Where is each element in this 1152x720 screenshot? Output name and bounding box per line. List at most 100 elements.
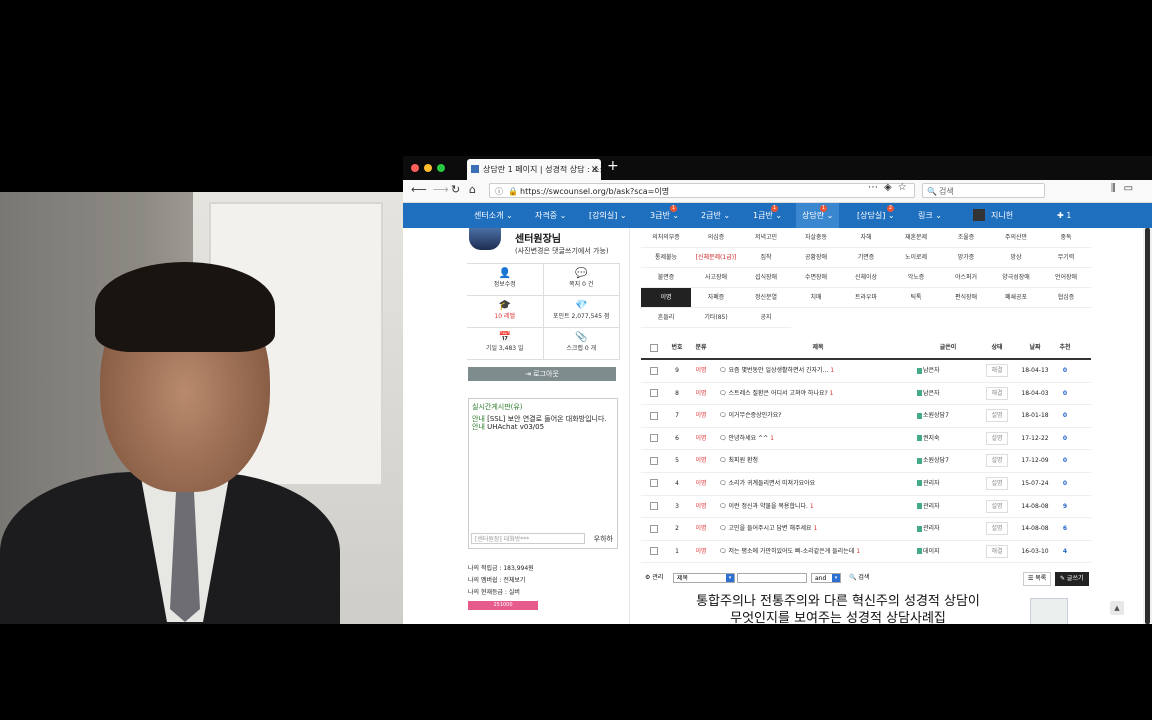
row-checkbox[interactable] — [641, 473, 667, 495]
close-window-button[interactable] — [411, 164, 419, 172]
category-item[interactable]: 편식장애 — [941, 288, 991, 308]
chat-input[interactable]: [센터원장] 대화방*** — [471, 533, 585, 544]
row-category[interactable]: 이명 — [687, 496, 715, 518]
promo-banner[interactable]: 통합주의나 전통주의와 다른 혁신주의 성경적 상담이 무엇인지를 보여주는 성… — [673, 593, 1003, 624]
stat-scrap[interactable]: 📎 스크랩 0 개 — [543, 328, 620, 360]
category-item[interactable]: 망가증 — [941, 248, 991, 268]
row-checkbox[interactable] — [641, 383, 667, 405]
row-title[interactable]: 🗨 고민을 들어주시고 답변 해주세요 1 — [715, 518, 917, 540]
row-title[interactable]: 🗨 스트레스 질환은 어디서 고쳐야 하나요? 1 — [715, 383, 917, 405]
home-icon[interactable]: ⌂ — [469, 183, 476, 196]
nav-about[interactable]: 센터소개 ⌄ — [474, 203, 513, 229]
pocket-icon[interactable]: ◈ — [884, 182, 892, 193]
my-membership[interactable]: 나의 멤버쉽 : 전체보기 — [468, 575, 623, 587]
category-item[interactable]: 기타(85) — [691, 308, 741, 328]
row-title[interactable]: 🗨 소리가 귀계들리면서 미쳐가요아요 — [715, 473, 917, 495]
scroll-top-button[interactable]: ▲ — [1110, 601, 1124, 615]
category-item[interactable]: 자해 — [841, 228, 891, 248]
category-item[interactable]: 공지 — [741, 308, 791, 328]
stat-level[interactable]: 🎓 10 레벨 — [467, 296, 544, 328]
table-row[interactable]: 4 이명 🗨 소리가 귀계들리면서 미쳐가요아요 관리자 설명 15-07-24 0 — [641, 473, 1091, 496]
stat-messages[interactable]: 💬 쪽지 0 건 — [543, 264, 620, 296]
category-item[interactable]: 정신분열 — [741, 288, 791, 308]
more-icon[interactable]: ⋯ — [868, 182, 878, 193]
category-item[interactable]: 노이로제 — [891, 248, 941, 268]
row-author[interactable]: 남은자 — [917, 383, 979, 405]
browser-tab[interactable]: 상담란 1 페이지 | 성경적 상담 : 소금... × — [467, 159, 601, 180]
row-checkbox[interactable] — [641, 541, 667, 563]
stat-points[interactable]: 💎 포인트 2,077,545 점 — [543, 296, 620, 328]
category-item[interactable]: 중독 — [1041, 228, 1091, 248]
row-checkbox[interactable] — [641, 428, 667, 450]
table-row[interactable]: 2 이명 🗨 고민을 들어주시고 답변 해주세요 1 관리자 설명 14-08-08 6 — [641, 518, 1091, 541]
category-item[interactable]: 악노증 — [891, 268, 941, 288]
search-op-select[interactable]: and ▾ — [811, 573, 841, 584]
row-checkbox[interactable] — [641, 450, 667, 472]
nav-level1[interactable]: 1급반 ⌄ 1 — [753, 203, 782, 229]
row-category[interactable]: 이명 — [687, 405, 715, 427]
book-image[interactable] — [1030, 598, 1068, 624]
row-author[interactable]: 관리자 — [917, 496, 979, 518]
category-item[interactable]: 통제불능 — [641, 248, 691, 268]
url-bar[interactable]: ⓘ 🔒 https://swcounsel.org/b/ask?sca=이명 — [489, 183, 915, 198]
row-author[interactable]: 남은자 — [917, 360, 979, 382]
nav-classroom[interactable]: [강의실] ⌄ — [589, 203, 627, 229]
nav-counsel-room[interactable]: [상담실] ⌄ 2 — [857, 203, 895, 229]
table-row[interactable]: 1 이명 🗨 저는 평소에 가만히있어도 삐-소리같은게 들리는데 1 데이지 해결 16-… — [641, 541, 1091, 564]
forward-button[interactable]: ⟶ — [433, 183, 449, 196]
category-item[interactable]: 언어장애 — [1041, 268, 1091, 288]
category-item[interactable]: 자폐증 — [691, 288, 741, 308]
row-title[interactable]: 🗨 요즘 몇번동안 일상생활하면서 긴자기... 1 — [715, 360, 917, 382]
category-item[interactable]: 망상 — [991, 248, 1041, 268]
row-checkbox[interactable] — [641, 496, 667, 518]
row-title[interactable]: 🗨 저는 평소에 가만히있어도 삐-소리같은게 들리는데 1 — [715, 541, 917, 563]
category-item[interactable]: 자살충동 — [791, 228, 841, 248]
row-category[interactable]: 이명 — [687, 428, 715, 450]
category-item[interactable]: 신체이상 — [841, 268, 891, 288]
category-item[interactable]: 조울증 — [941, 228, 991, 248]
board-search-button[interactable]: 🔍 검색 — [845, 572, 873, 584]
row-author[interactable]: 소원상담7 — [917, 450, 979, 472]
minimize-window-button[interactable] — [424, 164, 432, 172]
stat-days[interactable]: 📅 기일 3,483 일 — [467, 328, 544, 360]
maximize-window-button[interactable] — [437, 164, 445, 172]
row-author[interactable]: 관리자 — [917, 518, 979, 540]
category-item[interactable]: 트라우마 — [841, 288, 891, 308]
row-category[interactable]: 이명 — [687, 383, 715, 405]
close-tab-icon[interactable]: × — [591, 159, 599, 180]
table-row[interactable]: 5 이명 🗨 최피원 환청 소원상담7 설명 17-12-09 0 — [641, 450, 1091, 473]
category-item[interactable]: 의심증 — [691, 228, 741, 248]
category-item[interactable]: 집착 — [741, 248, 791, 268]
nav-level3[interactable]: 3급반 ⌄ 1 — [650, 203, 679, 229]
admin-button[interactable]: ⚙ 관리 — [641, 572, 667, 584]
category-item[interactable]: 섭식장애 — [741, 268, 791, 288]
category-item[interactable]: 기면증 — [841, 248, 891, 268]
stat-edit[interactable]: 👤 정보수정 — [467, 264, 544, 296]
category-item[interactable]: 폐쇄공포 — [991, 288, 1041, 308]
category-item[interactable]: 틱톡 — [891, 288, 941, 308]
category-item[interactable]: 협심증 — [1041, 288, 1091, 308]
nav-links[interactable]: 링크 ⌄ — [918, 203, 942, 229]
nav-counsel[interactable]: 상담란 ⌄ 1 — [796, 203, 840, 229]
reload-button[interactable]: ↻ — [451, 183, 460, 196]
row-category[interactable]: 이명 — [687, 450, 715, 472]
category-item[interactable]: 공황장애 — [791, 248, 841, 268]
row-author[interactable]: 데이지 — [917, 541, 979, 563]
category-item[interactable]: 사고장애 — [691, 268, 741, 288]
table-row[interactable]: 3 이명 🗨 이런 정신과 약물을 복용합니다. 1 관리자 설명 14-08-08 9 — [641, 496, 1091, 519]
logout-button[interactable]: ⇥ 로그아웃 — [468, 367, 616, 381]
row-category[interactable]: 이명 — [687, 541, 715, 563]
row-category[interactable]: 이명 — [687, 518, 715, 540]
category-item[interactable]: 수면장애 — [791, 268, 841, 288]
row-title[interactable]: 🗨 이런 정신과 약물을 복용합니다. 1 — [715, 496, 917, 518]
nav-extra[interactable]: ✚ 1 — [1057, 203, 1071, 229]
board-search-input[interactable] — [737, 573, 807, 584]
scrollbar[interactable] — [1143, 228, 1152, 624]
list-button[interactable]: ☰ 목록 — [1023, 572, 1052, 587]
row-title[interactable]: 🗨 이거무슨증상인가요? — [715, 405, 917, 427]
row-title[interactable]: 🗨 최피원 환청 — [715, 450, 917, 472]
category-item[interactable]: 재혼문제 — [891, 228, 941, 248]
row-checkbox[interactable] — [641, 360, 667, 382]
back-button[interactable]: ⟵ — [411, 183, 427, 196]
category-item[interactable]: 의처의부증 — [641, 228, 691, 248]
